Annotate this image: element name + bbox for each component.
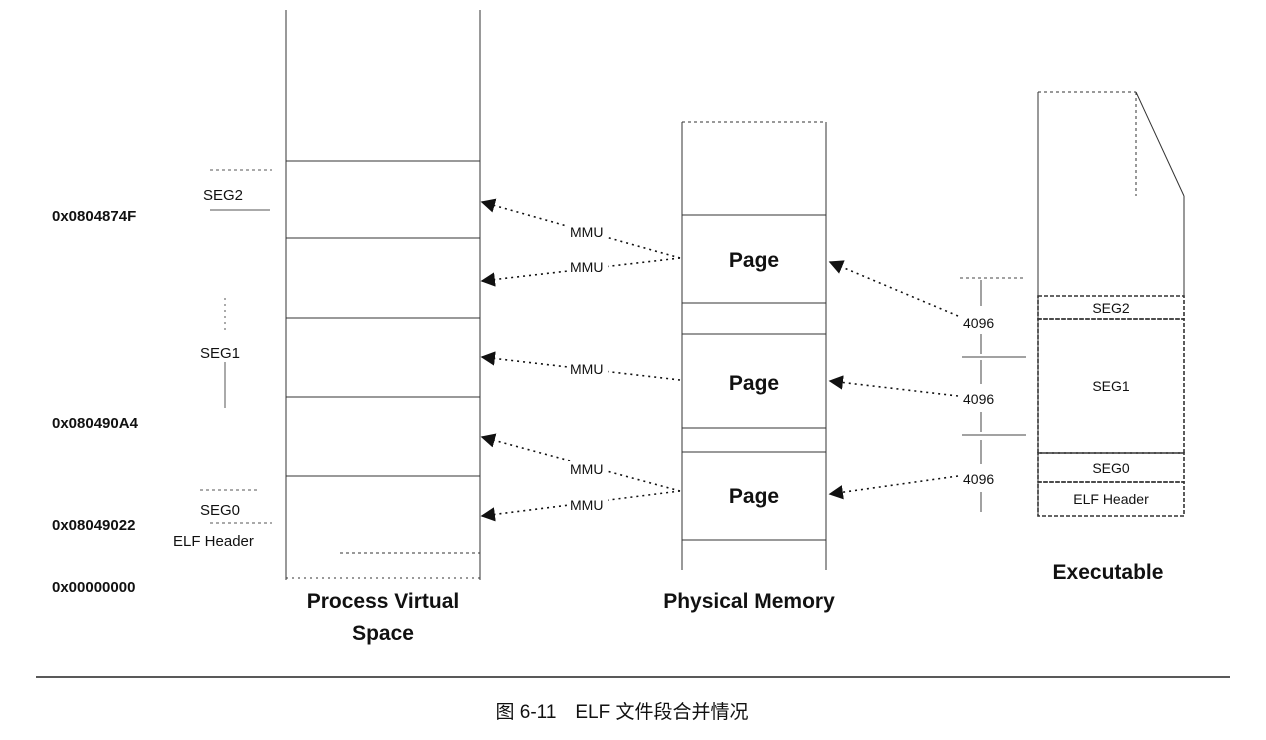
page-size-label-2: 4096 (963, 391, 994, 407)
physical-memory-title: Physical Memory (663, 590, 835, 613)
load-arrow-1 (828, 260, 959, 317)
page-size-label-3: 4096 (963, 471, 994, 487)
virtual-seg2-label: SEG2 (203, 187, 243, 204)
executable-title: Executable (1053, 561, 1164, 584)
executable-seg1-label: SEG1 (1092, 378, 1130, 394)
executable-seg2-label: SEG2 (1092, 300, 1130, 316)
address-00000000: 0x00000000 (52, 579, 135, 596)
figure-caption: 图 6-11 ELF 文件段合并情况 (495, 701, 748, 723)
load-arrow-3 (828, 475, 959, 500)
virtual-space-title-line1: Process Virtual (307, 590, 460, 613)
process-virtual-space (285, 10, 481, 580)
mmu-label-2: MMU (570, 259, 603, 275)
virtual-space-title-line2: Space (352, 622, 414, 645)
load-arrows (828, 260, 959, 500)
virtual-elf-header-label: ELF Header (173, 533, 254, 550)
virtual-seg1-label: SEG1 (200, 345, 240, 362)
address-080490a4: 0x080490A4 (52, 415, 139, 432)
mmu-label-3: MMU (570, 361, 603, 377)
mmu-label-4: MMU (570, 461, 603, 477)
address-0804874f: 0x0804874F (52, 208, 136, 225)
physical-page-2: Page (729, 372, 779, 395)
physical-page-1: Page (729, 249, 779, 272)
executable-elf-header-label: ELF Header (1073, 491, 1149, 507)
load-arrow-2 (828, 375, 959, 397)
address-08049022: 0x08049022 (52, 517, 135, 534)
physical-page-3: Page (729, 485, 779, 508)
executable-seg0-label: SEG0 (1092, 460, 1130, 476)
virtual-seg0-label: SEG0 (200, 502, 240, 519)
executable-segments (1037, 295, 1185, 517)
mmu-label-1: MMU (570, 224, 603, 240)
mmu-label-5: MMU (570, 497, 603, 513)
page-size-label-1: 4096 (963, 315, 994, 331)
